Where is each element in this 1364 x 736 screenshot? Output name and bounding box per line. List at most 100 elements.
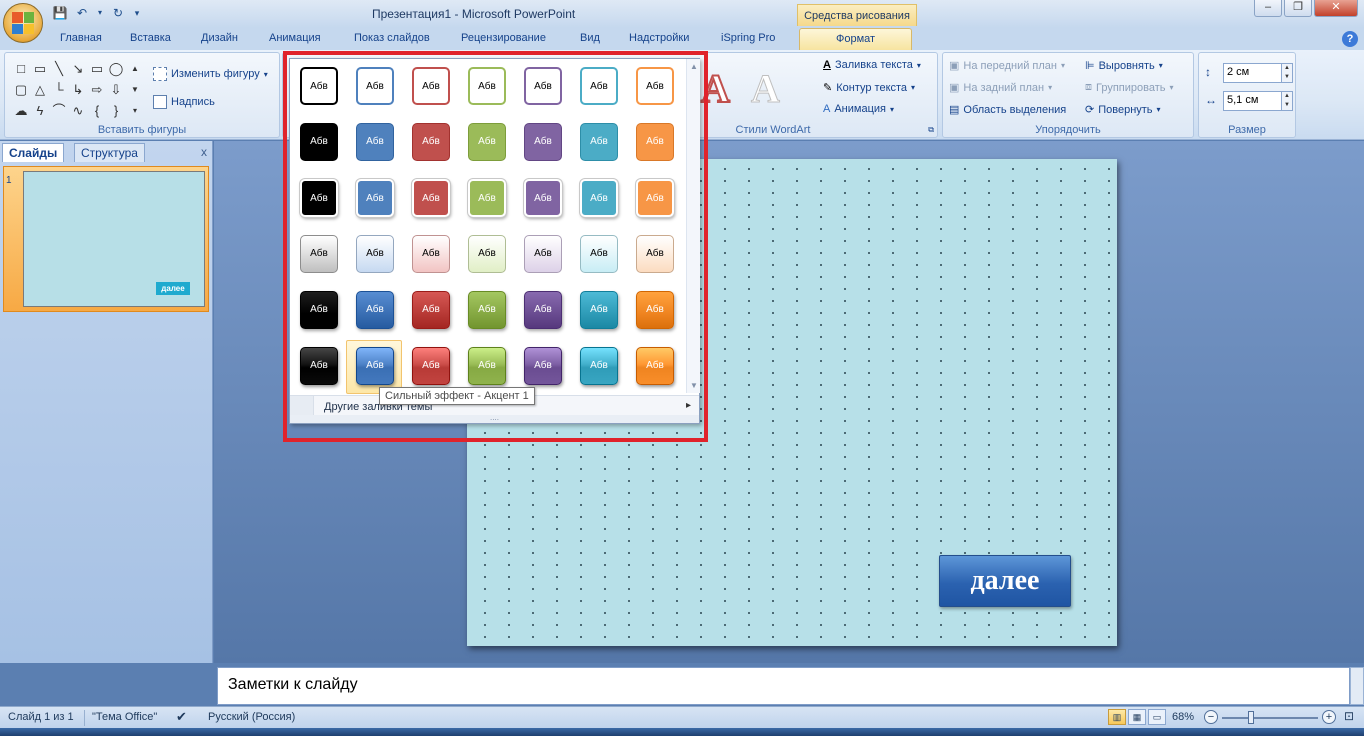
wordart-dialog-launcher-icon[interactable]: ⧉ <box>928 125 934 135</box>
shape-style-swatch[interactable]: Абв <box>300 123 338 161</box>
zoom-slider[interactable] <box>1222 717 1318 719</box>
selection-pane-button[interactable]: ▤ Область выделения <box>949 103 1066 117</box>
shape-style-swatch[interactable]: Абв <box>356 291 394 329</box>
shape-style-swatch[interactable]: Абв <box>356 235 394 273</box>
tab-insert[interactable]: Вставка <box>130 32 171 44</box>
fit-to-window-icon[interactable]: ⊡ <box>1344 709 1354 723</box>
textbox-button[interactable]: Надпись <box>153 95 215 109</box>
shape-style-swatch[interactable]: Абв <box>412 235 450 273</box>
tab-animation[interactable]: Анимация <box>269 32 321 44</box>
elbow-connector-shape-icon[interactable]: └ <box>51 80 67 100</box>
shape-style-swatch[interactable]: Абв <box>636 123 674 161</box>
tab-outline[interactable]: Структура <box>74 143 145 162</box>
shape-width-input[interactable]: 5,1 см ▲ ▼ <box>1223 91 1293 111</box>
undo-icon[interactable]: ↶ <box>74 5 90 21</box>
tab-slides[interactable]: Слайды <box>2 143 65 162</box>
shape-style-swatch[interactable]: Абв <box>412 347 450 385</box>
shape-style-swatch[interactable]: Абв <box>468 179 506 217</box>
save-icon[interactable]: 💾 <box>52 5 68 21</box>
shape-style-swatch[interactable]: Абв <box>300 347 338 385</box>
gallery-scroll-down-icon[interactable]: ▼ <box>687 381 701 390</box>
shape-style-swatch[interactable]: Абв <box>580 235 618 273</box>
close-button[interactable]: ✕ <box>1314 0 1358 17</box>
lightning-shape-icon[interactable]: ϟ <box>32 101 48 121</box>
tab-review[interactable]: Рецензирование <box>461 32 546 44</box>
oval-shape-icon[interactable]: ◯ <box>108 59 124 79</box>
tab-view[interactable]: Вид <box>580 32 600 44</box>
gallery-resize-grip[interactable]: .... <box>290 414 699 423</box>
bring-to-front-button[interactable]: ▣ На передний план ▾ <box>949 59 1065 73</box>
shape-style-swatch[interactable]: Абв <box>636 179 674 217</box>
triangle-shape-icon[interactable]: △ <box>32 80 48 100</box>
shape-style-swatch[interactable]: Абв <box>636 347 674 385</box>
tab-ispring[interactable]: iSpring Pro <box>721 32 775 44</box>
elbow-arrow-shape-icon[interactable]: ↳ <box>70 80 86 100</box>
redo-icon[interactable]: ↻ <box>110 5 126 21</box>
shape-style-swatch[interactable]: Абв <box>524 291 562 329</box>
arc-shape-icon[interactable]: ⌒ <box>51 101 67 121</box>
shape-style-swatch[interactable]: Абв <box>636 235 674 273</box>
notes-scrollbar[interactable] <box>1350 667 1364 705</box>
shape-style-swatch[interactable]: Абв <box>468 291 506 329</box>
shape-style-swatch[interactable]: Абв <box>636 291 674 329</box>
shape-style-swatch[interactable]: Абв <box>356 347 394 385</box>
rotate-button[interactable]: ⟳ Повернуть ▾ <box>1085 103 1161 117</box>
width-spinner[interactable]: ▲ ▼ <box>1281 91 1293 111</box>
shape-style-swatch[interactable]: Абв <box>412 67 450 105</box>
shape-style-swatch[interactable]: Абв <box>300 67 338 105</box>
shape-style-swatch[interactable]: Абв <box>300 179 338 217</box>
textbox-shape-icon[interactable]: ▭ <box>32 59 48 79</box>
shapes-gallery[interactable]: □ ▭ ╲ ↘ ▭ ◯ ▲ ▢ △ └ ↳ ⇨ ⇩ ▼ ☁ ϟ ⌒ ∿ { } … <box>13 59 143 121</box>
curve-shape-icon[interactable]: ∿ <box>70 101 86 121</box>
tab-addins[interactable]: Надстройки <box>629 32 689 44</box>
shape-style-swatch[interactable]: Абв <box>524 179 562 217</box>
slide-sorter-view-icon[interactable]: ▦ <box>1128 709 1146 725</box>
shape-style-swatch[interactable]: Абв <box>468 235 506 273</box>
shape-style-swatch[interactable]: Абв <box>412 179 450 217</box>
group-button[interactable]: ⧈ Группировать ▾ <box>1085 81 1174 94</box>
shape-style-swatch[interactable]: Абв <box>356 67 394 105</box>
shape-style-swatch[interactable]: Абв <box>300 291 338 329</box>
shapes-more-icon[interactable]: ▾ <box>127 101 143 121</box>
slideshow-view-icon[interactable]: ▭ <box>1148 709 1166 725</box>
left-brace-shape-icon[interactable]: { <box>89 101 105 121</box>
shape-style-swatch[interactable]: Абв <box>524 347 562 385</box>
wordart-style-white-icon[interactable]: A <box>751 65 781 112</box>
shape-style-swatch[interactable]: Абв <box>468 67 506 105</box>
minimize-button[interactable]: – <box>1254 0 1282 17</box>
text-outline-button[interactable]: ✎ Контур текста ▾ <box>823 81 915 95</box>
help-icon[interactable]: ? <box>1342 31 1358 47</box>
restore-button[interactable]: ❐ <box>1284 0 1312 17</box>
tab-slideshow[interactable]: Показ слайдов <box>354 32 430 44</box>
slide-thumbnail[interactable]: далее <box>23 171 205 307</box>
language-status[interactable]: Русский (Россия) <box>208 711 295 723</box>
send-to-back-button[interactable]: ▣ На задний план ▾ <box>949 81 1052 95</box>
shapes-scroll-down-icon[interactable]: ▼ <box>127 80 143 100</box>
shape-style-swatch[interactable]: Абв <box>524 67 562 105</box>
rounded-rect-shape-icon[interactable]: ▢ <box>13 80 29 100</box>
customize-qat-icon[interactable]: ▾ <box>132 5 142 21</box>
shape-style-swatch[interactable]: Абв <box>356 123 394 161</box>
undo-dropdown-icon[interactable]: ▾ <box>96 5 104 21</box>
gallery-scrollbar[interactable]: ▲ ▼ <box>686 59 700 393</box>
right-arrow-shape-icon[interactable]: ⇨ <box>89 80 105 100</box>
height-spinner[interactable]: ▲ ▼ <box>1281 63 1293 83</box>
zoom-level[interactable]: 68% <box>1172 711 1194 723</box>
cloud-shape-icon[interactable]: ☁ <box>13 101 29 121</box>
shape-style-swatch[interactable]: Абв <box>524 235 562 273</box>
notes-pane[interactable]: Заметки к слайду <box>217 667 1350 705</box>
down-arrow-shape-icon[interactable]: ⇩ <box>108 80 124 100</box>
line-shape-icon[interactable]: ╲ <box>51 59 67 79</box>
align-button[interactable]: ⊫ Выровнять ▾ <box>1085 59 1163 73</box>
arrow-line-shape-icon[interactable]: ↘ <box>70 59 86 79</box>
normal-view-icon[interactable]: ▥ <box>1108 709 1126 725</box>
shape-style-swatch[interactable]: Абв <box>468 347 506 385</box>
shape-style-swatch[interactable]: Абв <box>356 179 394 217</box>
tab-home[interactable]: Главная <box>60 32 102 44</box>
zoom-out-icon[interactable]: − <box>1204 710 1218 724</box>
rect2-shape-icon[interactable]: ▭ <box>89 59 105 79</box>
shape-style-swatch[interactable]: Абв <box>580 123 618 161</box>
shape-style-swatch[interactable]: Абв <box>468 123 506 161</box>
zoom-slider-knob[interactable] <box>1248 711 1254 724</box>
shapes-scroll-up-icon[interactable]: ▲ <box>127 59 143 79</box>
